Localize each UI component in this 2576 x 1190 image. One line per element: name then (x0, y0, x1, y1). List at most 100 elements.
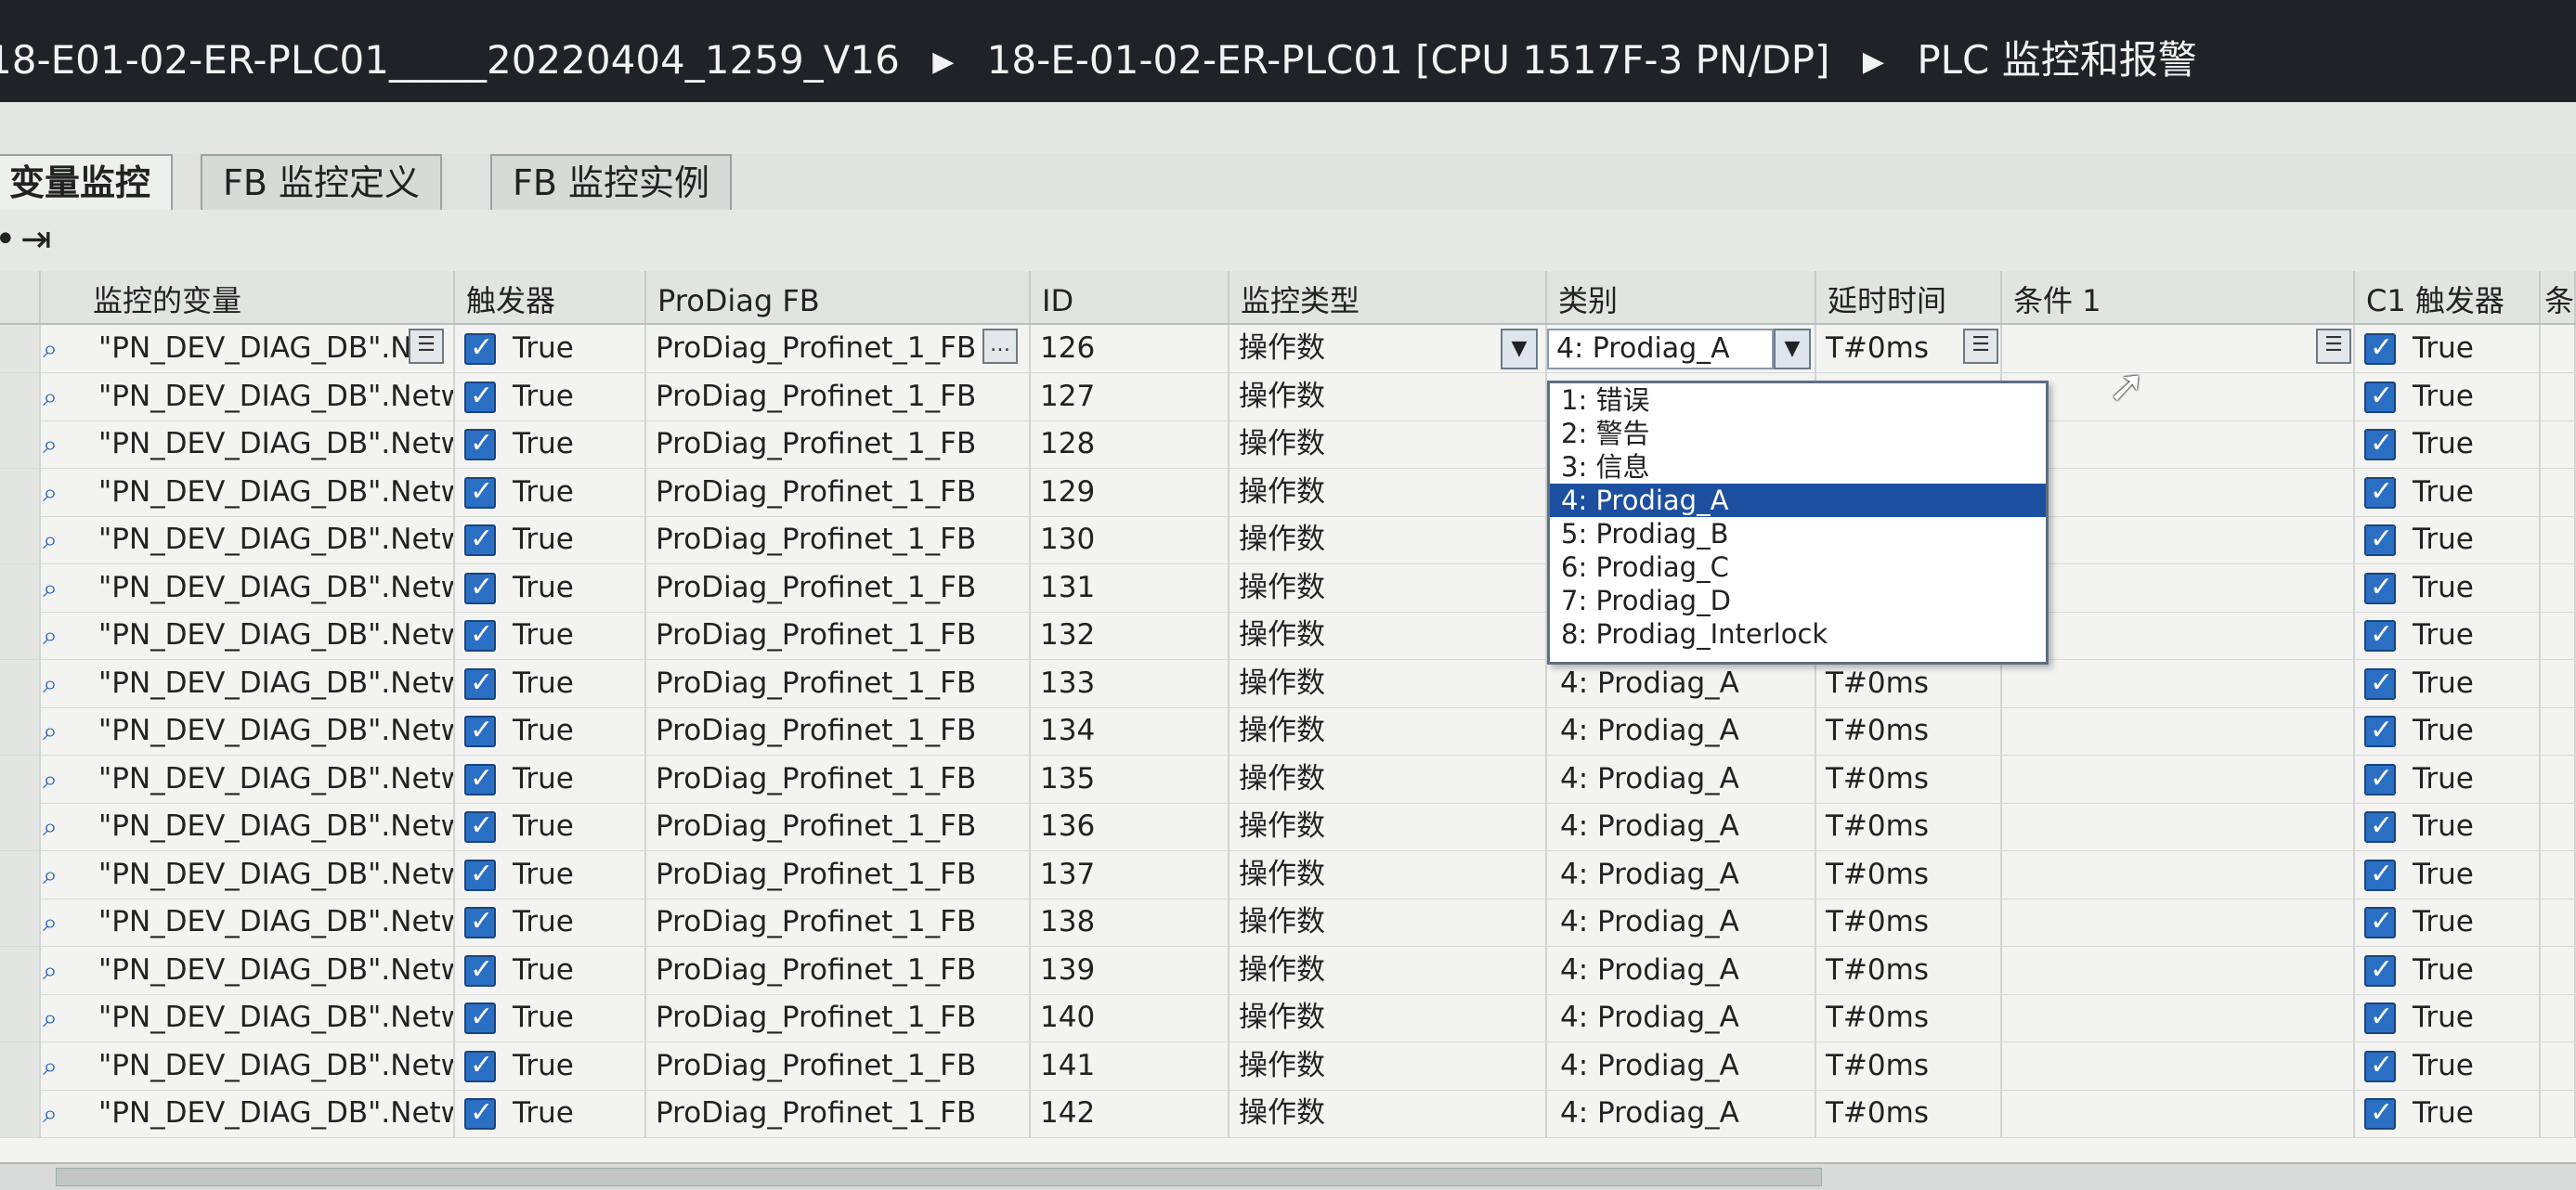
cell-monitoring-type[interactable]: 操作数 (1229, 994, 1547, 1041)
dropdown-option[interactable]: 4: Prodiag_A (1550, 484, 2046, 517)
cell-id[interactable]: 137 (1031, 850, 1229, 899)
cell-c1-trigger[interactable]: True (2355, 563, 2541, 612)
cell-prodiag-fb[interactable]: ProDiag_Profinet_1_FB (646, 1041, 1031, 1090)
checked-checkbox-icon[interactable] (2364, 808, 2396, 845)
header-prodiag-fb[interactable]: ProDiag FB (646, 271, 1031, 323)
cell-c1-trigger[interactable]: True (2355, 707, 2541, 755)
cell-id[interactable]: 135 (1031, 755, 1229, 803)
cell-c1-trigger[interactable]: True (2355, 612, 2541, 659)
cell-prodiag-fb[interactable]: ProDiag_Profinet_1_FB (646, 755, 1031, 803)
cell-monitoring-type[interactable]: 操作数 (1229, 803, 1547, 850)
cell-prodiag-fb[interactable]: ProDiag_Profinet_1_FB (646, 468, 1031, 516)
table-row[interactable]: ⌕"PN_DEV_DIAG_DB".Netw...TrueProDiag_Pro… (0, 563, 2576, 613)
cell-category[interactable]: 4: Prodiag_A (1547, 850, 1816, 899)
checked-checkbox-icon[interactable] (464, 665, 496, 702)
breadcrumb-project[interactable]: 18-E01-02-ER-PLC01_____20220404_1259_V16 (0, 0, 900, 102)
cell-monitoring-type[interactable]: 操作数 (1229, 372, 1547, 420)
cell-delay-time[interactable]: T#0ms (1816, 850, 2002, 899)
cell-c1-trigger[interactable]: True (2355, 755, 2541, 803)
cell-condition-1[interactable] (2002, 803, 2355, 850)
scrollbar-thumb[interactable] (56, 1168, 1822, 1186)
tab-tag-monitoring[interactable]: 变量监控 (0, 154, 174, 213)
checked-checkbox-icon[interactable] (464, 425, 496, 462)
table-row[interactable]: ⌕"PN_DEV_DIAG_DB".Netw...TrueProDiag_Pro… (0, 420, 2576, 469)
checked-checkbox-icon[interactable] (2364, 425, 2396, 462)
cell-trigger[interactable]: True (455, 946, 646, 994)
cell-condition-1[interactable] (2002, 1090, 2355, 1137)
cell-prodiag-fb[interactable]: ProDiag_Profinet_1_FB (646, 946, 1031, 994)
category-combo[interactable]: 4: Prodiag_A (1547, 329, 1774, 369)
cell-trigger[interactable]: True (455, 803, 646, 850)
cell-extra[interactable] (2541, 1041, 2576, 1090)
checked-checkbox-icon[interactable] (464, 616, 496, 653)
cell-id[interactable]: 139 (1031, 946, 1229, 994)
cell-c1-trigger[interactable]: True (2355, 372, 2541, 420)
cell-trigger[interactable]: True (455, 659, 646, 707)
dropdown-option[interactable]: 2: 警告 (1550, 417, 2046, 450)
cell-monitored-variable[interactable]: "PN_DEV_DIAG_DB".Netw... (41, 468, 455, 516)
dropdown-option[interactable]: 8: Prodiag_Interlock (1550, 617, 2046, 651)
cell-id[interactable]: 127 (1031, 372, 1229, 420)
cell-prodiag-fb[interactable]: ProDiag_Profinet_1_FB (646, 803, 1031, 850)
checked-checkbox-icon[interactable] (2364, 712, 2396, 749)
checked-checkbox-icon[interactable] (464, 903, 496, 940)
cell-id[interactable]: 126 (1031, 325, 1229, 372)
checked-checkbox-icon[interactable] (464, 569, 496, 606)
cell-monitoring-type[interactable]: 操作数 (1229, 850, 1547, 899)
cell-prodiag-fb[interactable]: ProDiag_Profinet_1_FB (646, 850, 1031, 899)
cell-monitored-variable[interactable]: "PN_DEV_DIAG_DB".Netw... (41, 516, 455, 563)
category-dropdown-arrow-icon[interactable]: ▼ (1774, 329, 1811, 369)
dropdown-option[interactable]: 1: 错误 (1550, 383, 2046, 417)
cell-trigger[interactable]: True (455, 325, 646, 372)
cell-delay-time[interactable]: T#0ms (1816, 899, 2002, 946)
cell-delay-time[interactable]: T#0ms (1816, 1090, 2002, 1137)
cell-trigger[interactable]: True (455, 707, 646, 755)
cell-monitored-variable[interactable]: "PN_DEV_DIAG_DB".Netw... (41, 659, 455, 707)
cell-trigger[interactable]: True (455, 468, 646, 516)
cell-condition-1[interactable] (2002, 659, 2355, 707)
cell-id[interactable]: 133 (1031, 659, 1229, 707)
cell-delay-time[interactable]: T#0ms (1816, 1041, 2002, 1090)
cell-id[interactable]: 141 (1031, 1041, 1229, 1090)
cell-condition-1[interactable] (2002, 420, 2355, 468)
cell-c1-trigger[interactable]: True (2355, 994, 2541, 1041)
dropdown-option[interactable]: 7: Prodiag_D (1550, 584, 2046, 617)
header-condition-1[interactable]: 条件 1 (2002, 271, 2355, 323)
cell-prodiag-fb[interactable]: ProDiag_Profinet_1_FB (646, 516, 1031, 563)
cell-category[interactable]: 4: Prodiag_A (1547, 899, 1816, 946)
cell-monitoring-type[interactable]: 操作数 (1229, 1041, 1547, 1090)
cell-condition-1[interactable] (2002, 946, 2355, 994)
cell-trigger[interactable]: True (455, 420, 646, 468)
cell-trigger[interactable]: True (455, 850, 646, 899)
header-c1-trigger[interactable]: C1 触发器 (2355, 271, 2541, 323)
cell-monitoring-type[interactable]: 操作数 (1229, 612, 1547, 659)
cell-c1-trigger[interactable]: True (2355, 1041, 2541, 1090)
checked-checkbox-icon[interactable] (464, 378, 496, 415)
header-category[interactable]: 类别 (1547, 271, 1816, 323)
table-row[interactable]: ⌕"PN_DEV_DIAG_DB".Netw...TrueProDiag_Pro… (0, 994, 2576, 1042)
cell-prodiag-fb[interactable]: ProDiag_Profinet_1_FB (646, 1090, 1031, 1137)
checked-checkbox-icon[interactable] (2364, 665, 2396, 702)
cell-id[interactable]: 140 (1031, 994, 1229, 1041)
cell-extra[interactable] (2541, 325, 2576, 372)
cell-trigger[interactable]: True (455, 516, 646, 563)
dropdown-option[interactable]: 5: Prodiag_B (1550, 517, 2046, 550)
header-extra[interactable]: 条 (2541, 271, 2576, 323)
cell-extra[interactable] (2541, 516, 2576, 563)
cell-c1-trigger[interactable]: True (2355, 1090, 2541, 1137)
cell-category[interactable]: 4: Prodiag_A (1547, 946, 1816, 994)
cell-condition-1[interactable] (2002, 899, 2355, 946)
checked-checkbox-icon[interactable] (2364, 951, 2396, 989)
checked-checkbox-icon[interactable] (464, 521, 496, 558)
checked-checkbox-icon[interactable] (2364, 1047, 2396, 1084)
cell-category[interactable]: 4: Prodiag_A (1547, 994, 1816, 1041)
cell-id[interactable]: 128 (1031, 420, 1229, 468)
breadcrumb-device[interactable]: 18-E-01-02-ER-PLC01 [CPU 1517F-3 PN/DP] (987, 0, 1830, 102)
dropdown-option[interactable]: 3: 信息 (1550, 450, 2046, 484)
cell-trigger[interactable]: True (455, 372, 646, 420)
tab-fb-monitoring-definition[interactable]: FB 监控定义 (201, 154, 443, 210)
cell-delay-time[interactable]: T#0ms (1816, 755, 2002, 803)
cell-trigger[interactable]: True (455, 1041, 646, 1090)
cell-trigger[interactable]: True (455, 899, 646, 946)
cell-monitored-variable[interactable]: "PN_DEV_DIAG_DB".Netw... (41, 707, 455, 755)
